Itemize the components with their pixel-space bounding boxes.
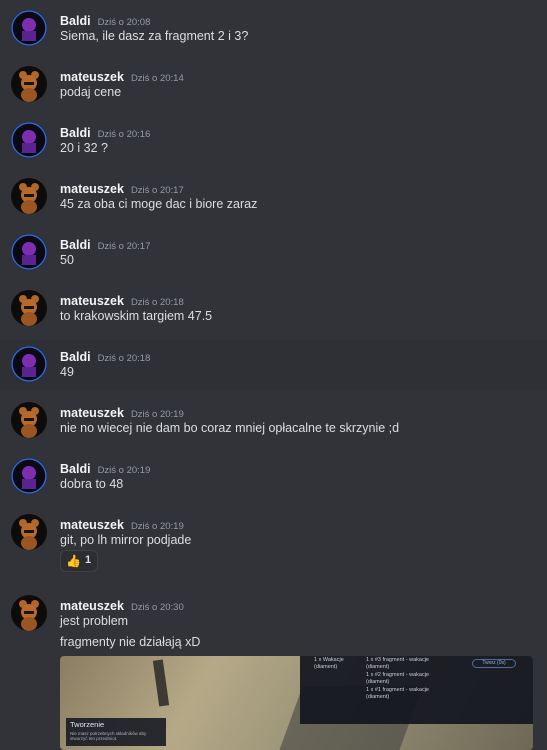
- timestamp: Dziś o 20:14: [130, 73, 184, 84]
- timestamp: Dziś o 20:30: [130, 602, 184, 613]
- avatar[interactable]: [11, 234, 47, 270]
- avatar[interactable]: [11, 290, 47, 326]
- ingredient-line: (diament): [366, 664, 390, 670]
- message: mateuszek Dziś o 20:19 nie no wiecej nie …: [0, 402, 547, 448]
- avatar[interactable]: [11, 178, 47, 214]
- message-text: to krakowskim targiem 47.5: [60, 309, 213, 323]
- timestamp: Dziś o 20:19: [130, 521, 184, 532]
- ingredient-line: 1 x #2 fragment - wakacje: [366, 672, 429, 678]
- username[interactable]: mateuszek: [60, 406, 124, 420]
- mateuszek-avatar-icon: [19, 295, 39, 326]
- username[interactable]: mateuszek: [60, 182, 124, 196]
- username[interactable]: Baldi: [60, 462, 91, 476]
- ingredient-line: 1 x #1 fragment - wakacje: [366, 687, 429, 693]
- message: mateuszek Dziś o 20:14 podaj cene: [0, 66, 547, 112]
- craft-item-sub: (diament): [314, 664, 338, 670]
- message-text: 49: [60, 365, 74, 379]
- craft-button: Tworz (0s): [472, 659, 516, 668]
- message-text: fragmenty nie działają xD: [60, 635, 201, 649]
- message: Baldi Dziś o 20:16 20 i 32 ?: [0, 122, 547, 168]
- username[interactable]: mateuszek: [60, 294, 124, 308]
- timestamp: Dziś o 20:16: [97, 129, 151, 140]
- message-text: dobra to 48: [60, 477, 124, 491]
- craft-item-name: 1 x Wakacje: [314, 657, 344, 663]
- baldi-avatar-icon: [11, 458, 47, 494]
- message-text: Siema, ile dasz za fragment 2 i 3?: [60, 29, 249, 43]
- window-title: Tworzenie: [70, 720, 105, 729]
- window-text: Nie masz potrzebnych składników aby stwo…: [70, 731, 147, 741]
- mateuszek-avatar-icon: [19, 183, 39, 214]
- message: Baldi Dziś o 20:08 Siema, ile dasz za fra…: [0, 10, 547, 56]
- username[interactable]: mateuszek: [60, 70, 124, 84]
- timestamp: Dziś o 20:18: [130, 297, 184, 308]
- username[interactable]: Baldi: [60, 350, 91, 364]
- baldi-avatar-icon: [11, 346, 47, 382]
- message: mateuszek Dziś o 20:19 git, po lh mirror …: [0, 514, 547, 550]
- crafting-window: Tworzenie Nie masz potrzebnych składnikó…: [66, 718, 166, 746]
- username[interactable]: mateuszek: [60, 599, 124, 613]
- avatar[interactable]: [11, 122, 47, 158]
- mateuszek-avatar-icon: [19, 407, 39, 438]
- thumbs-up-icon: 👍: [66, 554, 81, 568]
- message: mateuszek Dziś o 20:18 to krakowskim targ…: [0, 290, 547, 336]
- timestamp: Dziś o 20:19: [97, 465, 151, 476]
- message: Baldi Dziś o 20:18 49: [0, 340, 547, 390]
- username[interactable]: Baldi: [60, 238, 91, 252]
- avatar[interactable]: [11, 346, 47, 382]
- scene-pole: [152, 659, 170, 707]
- message: Baldi Dziś o 20:17 50: [0, 234, 547, 280]
- mateuszek-avatar-icon: [19, 519, 39, 550]
- username[interactable]: Baldi: [60, 14, 91, 28]
- avatar[interactable]: [11, 10, 47, 46]
- mateuszek-avatar-icon: [19, 600, 39, 631]
- mateuszek-avatar-icon: [19, 71, 39, 102]
- message-text: nie no wiecej nie dam bo coraz mniej opł…: [60, 421, 400, 435]
- reaction-thumbs-up[interactable]: 👍 1: [60, 550, 98, 572]
- message-text: git, po lh mirror podjade: [60, 533, 192, 547]
- ingredient-line: (diament): [366, 694, 390, 700]
- ingredient-line: 1 x #3 fragment - wakacje: [366, 657, 429, 663]
- message-text: 50: [60, 253, 74, 267]
- timestamp: Dziś o 20:19: [130, 409, 184, 420]
- crafting-panel: 1 x Wakacje (diament) 1 x #3 fragment - …: [300, 656, 533, 724]
- username[interactable]: mateuszek: [60, 518, 124, 532]
- timestamp: Dziś o 20:18: [97, 353, 151, 364]
- username[interactable]: Baldi: [60, 126, 91, 140]
- avatar[interactable]: [11, 402, 47, 438]
- message: mateuszek Dziś o 20:17 45 za oba ci moge …: [0, 178, 547, 224]
- image-attachment[interactable]: 1 x Wakacje (diament) 1 x #3 fragment - …: [60, 656, 533, 750]
- message-text: jest problem: [60, 614, 129, 628]
- baldi-avatar-icon: [11, 122, 47, 158]
- avatar[interactable]: [11, 514, 47, 550]
- message-text: 45 za oba ci moge dac i biore zaraz: [60, 197, 258, 211]
- avatar[interactable]: [11, 595, 47, 631]
- timestamp: Dziś o 20:17: [97, 241, 151, 252]
- reaction-count: 1: [85, 554, 92, 566]
- baldi-avatar-icon: [11, 10, 47, 46]
- message-text: 20 i 32 ?: [60, 141, 108, 155]
- message: Baldi Dziś o 20:19 dobra to 48: [0, 458, 547, 504]
- timestamp: Dziś o 20:08: [97, 17, 151, 28]
- message: mateuszek Dziś o 20:30 jest problem fragm…: [0, 595, 547, 655]
- baldi-avatar-icon: [11, 234, 47, 270]
- ingredient-line: (diament): [366, 679, 390, 685]
- avatar[interactable]: [11, 458, 47, 494]
- avatar[interactable]: [11, 66, 47, 102]
- message-text: podaj cene: [60, 85, 122, 99]
- timestamp: Dziś o 20:17: [130, 185, 184, 196]
